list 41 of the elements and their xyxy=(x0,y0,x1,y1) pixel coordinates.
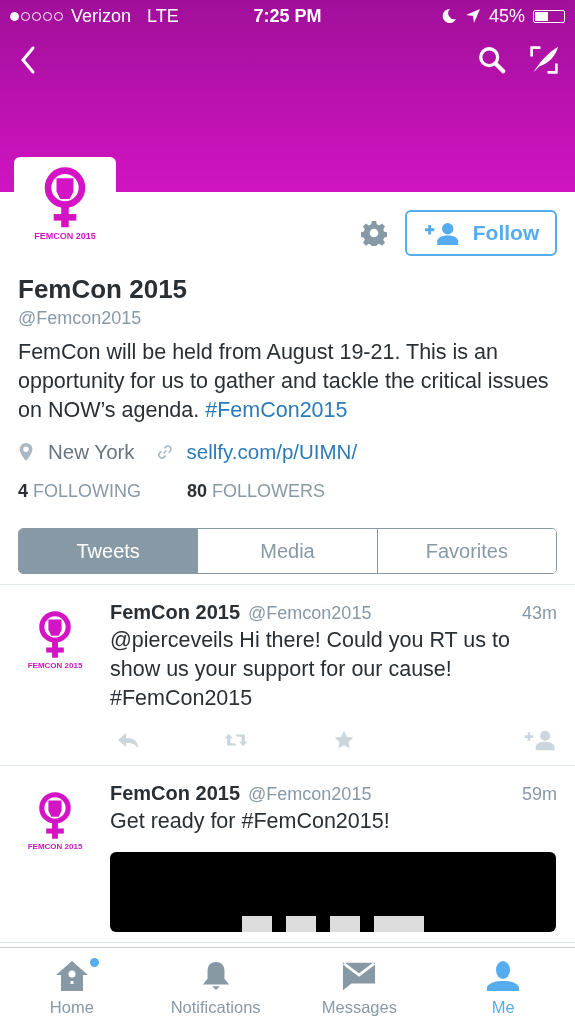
tweet-handle: @Femcon2015 xyxy=(248,784,373,805)
location-pin-icon xyxy=(18,442,34,462)
website-link[interactable]: sellfy.com/p/UIMN/ xyxy=(186,440,358,464)
tweet-time: 59m xyxy=(522,784,557,805)
profile-bio: FemCon will be held from August 19-21. This is an opportunity for us to gather and tackle the critical issues on NOW’s agenda. #FemCon2015 xyxy=(18,339,550,424)
tweet-author: FemCon 2015 xyxy=(110,782,241,805)
location-arrow-icon xyxy=(464,8,481,24)
follow-icon[interactable] xyxy=(523,728,557,752)
add-person-icon xyxy=(422,220,461,246)
battery-icon xyxy=(533,9,565,23)
compose-icon[interactable] xyxy=(529,44,559,76)
settings-icon[interactable] xyxy=(361,220,387,246)
birdhouse-icon xyxy=(54,960,89,992)
search-icon[interactable] xyxy=(477,44,507,76)
profile-tab[interactable]: Favorites xyxy=(376,529,556,573)
profile-name: FemCon 2015 xyxy=(18,273,189,306)
tweet-text: @pierceveils Hi there! Could you RT us to show us your support for our cause! #FemCon2015 xyxy=(110,627,511,712)
tweet-time: 43m xyxy=(522,603,557,624)
notification-dot xyxy=(89,958,99,967)
stat-count[interactable]: 80 FOLLOWERS xyxy=(187,481,326,502)
link-icon xyxy=(156,442,173,462)
network-label: LTE xyxy=(147,5,179,27)
tweet-author: FemCon 2015 xyxy=(110,601,241,624)
tweet-handle: @Femcon2015 xyxy=(248,603,373,624)
carrier-label: Verizon xyxy=(71,5,132,27)
profile-tab[interactable]: Tweets xyxy=(19,529,198,573)
person-icon xyxy=(486,960,521,992)
tweet-text: Get ready for #FemCon2015! xyxy=(110,808,391,835)
star-icon[interactable] xyxy=(332,730,356,750)
battery-percent: 45% xyxy=(488,5,525,27)
moon-icon xyxy=(440,8,457,24)
envelope-icon xyxy=(342,960,377,992)
stat-count[interactable]: 4 FOLLOWING xyxy=(18,481,142,502)
hashtag-link[interactable]: #FemCon2015 xyxy=(205,398,348,422)
location-text: New York xyxy=(48,440,135,464)
tweet[interactable]: FEMCON 2015 FemCon 2015 @Femcon2015 43m @pierceveils Hi there! Could you RT us to show us your support for our cause! #FemCon2015 xyxy=(0,585,575,766)
follow-button[interactable]: Follow xyxy=(405,210,557,256)
reply-icon[interactable] xyxy=(116,730,140,750)
tweet[interactable]: FEMCON 2015 FemCon 2015 @Femcon2015 59m Get ready for #FemCon2015! xyxy=(0,766,575,943)
profile-handle: @Femcon2015 xyxy=(18,307,143,330)
clock: 7:25 PM xyxy=(253,5,322,27)
